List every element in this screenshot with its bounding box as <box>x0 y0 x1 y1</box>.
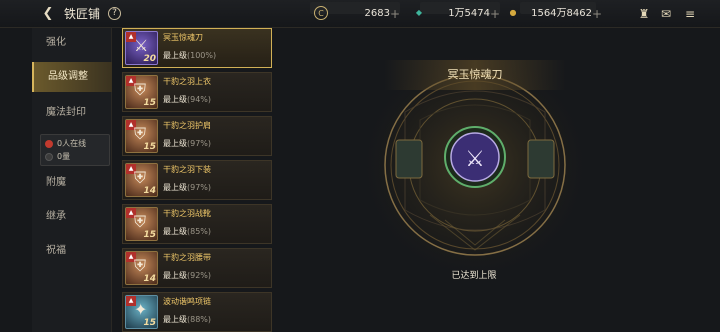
nav-item-bless[interactable]: 祝福 <box>32 236 112 266</box>
enhance-level: 15 <box>143 230 156 240</box>
equipment-list: ▲ ⚔ 20 冥玉惊魂刀 最上级(100%) ▲ ⛨ 15 干豹之羽上衣 最上级… <box>114 28 282 332</box>
mail-icon[interactable]: ✉ <box>658 6 674 22</box>
enhance-level: 14 <box>143 274 156 284</box>
gold-add-button[interactable]: + <box>592 6 602 22</box>
armor-icon: ▲ ⛨ 15 <box>125 119 158 153</box>
item-glyph: ⛨ <box>134 124 147 143</box>
item-grade: 最上级(92%) <box>163 271 212 280</box>
menu-icon[interactable]: ≡ <box>682 6 698 22</box>
crystal-add-button[interactable]: + <box>390 6 400 22</box>
currency-gold: ● 1564万8462 + <box>506 6 606 22</box>
status-count-text: 0量 <box>57 152 71 161</box>
list-item[interactable]: ▲ ⛨ 14 干豹之羽腰带 最上级(92%) <box>122 248 272 288</box>
currency-crystal: C 2683 + <box>314 6 418 22</box>
item-grade: 最上级(85%) <box>163 227 212 236</box>
item-grade: 最上级(94%) <box>163 95 212 104</box>
necklace-icon: ▲ ✦ 15 <box>125 295 158 329</box>
item-grade: 最上级(100%) <box>163 51 217 60</box>
grey-dot-icon <box>45 152 53 161</box>
item-name: 波动谐鸣项链 <box>163 297 211 306</box>
item-name: 冥玉惊魂刀 <box>163 33 203 42</box>
gold-value: 1564万8462 <box>531 8 592 19</box>
weapon-icon: ▲ ⚔ 20 <box>125 31 158 65</box>
gem-value: 1万5474 <box>448 8 490 19</box>
item-glyph: ✦ <box>134 300 148 319</box>
status-row: 0量 <box>45 151 70 163</box>
armor-icon: ▲ ⛨ 14 <box>125 251 158 285</box>
list-item[interactable]: ▲ ⛨ 14 干豹之羽下装 最上级(97%) <box>122 160 272 200</box>
enhance-level: 15 <box>143 98 156 108</box>
sidebar: 强化 品级调整 魔法封印 附魔 继承 祝福 <box>32 28 112 332</box>
list-item[interactable]: ▲ ⚔ 20 冥玉惊魂刀 最上级(100%) <box>122 28 272 68</box>
enhance-level: 14 <box>143 186 156 196</box>
item-name: 干豹之羽腰带 <box>163 253 211 262</box>
bag-icon[interactable]: ♜ <box>636 6 652 22</box>
crystal-icon: C <box>314 6 328 20</box>
list-item[interactable]: ▲ ⛨ 15 干豹之羽战靴 最上级(85%) <box>122 204 272 244</box>
list-item[interactable]: ▲ ⛨ 15 干豹之羽护肩 最上级(97%) <box>122 116 272 156</box>
enhance-level: 15 <box>143 318 156 328</box>
currency-gem: ◆ 1万5474 + <box>412 6 508 22</box>
crystal-value: 2683 <box>364 8 390 19</box>
help-button[interactable]: ? <box>108 7 121 20</box>
item-glyph: ⛨ <box>134 168 147 187</box>
selected-item-title: 冥玉惊魂刀 <box>447 68 503 81</box>
item-name: 干豹之羽战靴 <box>163 209 211 218</box>
page-title: 铁匠铺 <box>64 7 101 21</box>
nav-item-enhance[interactable]: 强化 <box>32 28 112 58</box>
item-glyph: ⛨ <box>134 256 147 275</box>
detail-panel: 冥玉惊魂刀 <box>384 60 566 272</box>
gold-coin-icon: ● <box>509 8 517 17</box>
red-dot-icon <box>45 139 53 148</box>
nav-item-enchant[interactable]: 附魔 <box>32 168 112 198</box>
list-item[interactable]: ▲ ✦ 15 波动谐鸣项链 最上级(88%) <box>122 292 272 332</box>
item-name: 干豹之羽下装 <box>163 165 211 174</box>
armor-icon: ▲ ⛨ 15 <box>125 75 158 109</box>
enhance-level: 15 <box>143 142 156 152</box>
item-glyph: ⛨ <box>134 212 147 231</box>
top-bar: ❮ 铁匠铺 ? C 2683 + ◆ 1万5474 + ● 1564万8462 … <box>0 0 720 28</box>
status-box: 0人在线 0量 <box>40 134 110 166</box>
status-online-text: 0人在线 <box>57 139 87 148</box>
armor-icon: ▲ ⛨ 14 <box>125 163 158 197</box>
max-reached-text: 已达到上限 <box>451 271 497 281</box>
item-name: 干豹之羽上衣 <box>163 77 211 86</box>
gem-icon: ◆ <box>415 8 423 17</box>
status-row: 0人在线 <box>45 138 86 150</box>
armor-icon: ▲ ⛨ 15 <box>125 207 158 241</box>
item-glyph: ⛨ <box>134 80 147 99</box>
nav-item-grade-adjust[interactable]: 品级调整 <box>32 62 112 92</box>
item-name: 干豹之羽护肩 <box>163 121 211 130</box>
back-arrow-icon[interactable]: ❮ <box>40 6 56 22</box>
enhance-level: 20 <box>143 54 156 64</box>
item-grade: 最上级(97%) <box>163 139 212 148</box>
item-grade: 最上级(88%) <box>163 315 212 324</box>
item-grade: 最上级(97%) <box>163 183 212 192</box>
nav-item-inherit[interactable]: 继承 <box>32 202 112 232</box>
nav-item-magic-seal[interactable]: 魔法封印 <box>32 98 112 128</box>
gem-add-button[interactable]: + <box>490 6 500 22</box>
list-item[interactable]: ▲ ⛨ 15 干豹之羽上衣 最上级(94%) <box>122 72 272 112</box>
item-glyph: ⚔ <box>134 36 149 55</box>
